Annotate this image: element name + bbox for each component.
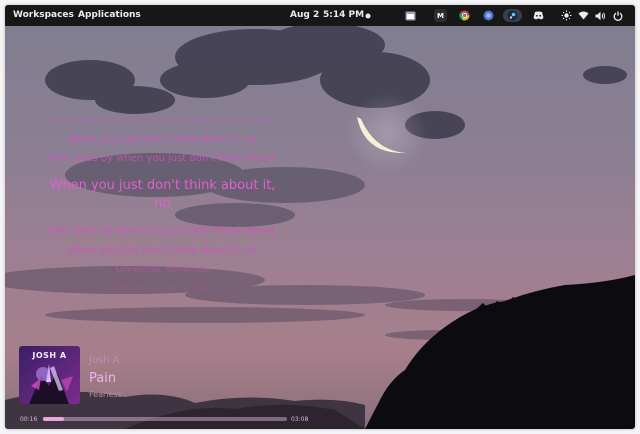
lyric-line: Oh-whoa, oh-whoa (115, 283, 210, 294)
lyric-line: Pain goes by when you just don't think a… (49, 225, 276, 236)
lyric-line: Oh-whoa, oh-whoa (115, 264, 210, 275)
clock-time[interactable]: 5:14 PM (323, 5, 364, 26)
top-bar: Workspaces Applications Aug 2 5:14 PM M (5, 5, 635, 26)
clock-date[interactable]: Aug 2 (290, 5, 319, 26)
brightness-icon[interactable] (560, 9, 573, 22)
record-dot-icon[interactable] (361, 9, 374, 22)
chrome-icon[interactable] (458, 9, 471, 22)
lyric-line: Pain goes by when you just don't think a… (49, 114, 276, 125)
power-icon[interactable] (611, 9, 624, 22)
steam-icon[interactable] (503, 9, 522, 22)
gmail-icon[interactable]: M (434, 9, 447, 22)
window-icon[interactable] (404, 9, 417, 22)
album-art-text: JOSH A (32, 351, 67, 360)
elapsed-time: 00:16 (20, 416, 38, 423)
browser-icon[interactable] (482, 9, 495, 22)
track-title: Pain (89, 371, 117, 386)
progress-bar[interactable] (43, 417, 287, 421)
wifi-icon[interactable] (577, 9, 590, 22)
discord-icon[interactable] (532, 9, 545, 22)
workspaces-button[interactable]: Workspaces (13, 5, 74, 26)
applications-button[interactable]: Applications (78, 5, 141, 26)
track-album: Fearless (89, 390, 122, 399)
lyrics-panel: Pain goes by when you just don't think a… (45, 113, 280, 295)
lyric-line-current: When you just don't think about it, no (49, 178, 276, 211)
volume-icon[interactable] (594, 9, 607, 22)
lyric-line: Pain goes by when you just don't think a… (49, 153, 276, 164)
lyric-line: When you just don't think about it, no (67, 134, 258, 145)
album-art[interactable]: JOSH A (19, 346, 80, 404)
duration-time: 03:08 (291, 416, 309, 423)
desktop: Workspaces Applications Aug 2 5:14 PM M (5, 5, 635, 429)
lyric-line: When you just don't think about it, no (67, 245, 258, 256)
track-info: Josh A Pain Fearless (89, 354, 289, 400)
track-artist: Josh A (89, 355, 120, 366)
progress-bar-fill (43, 417, 64, 421)
